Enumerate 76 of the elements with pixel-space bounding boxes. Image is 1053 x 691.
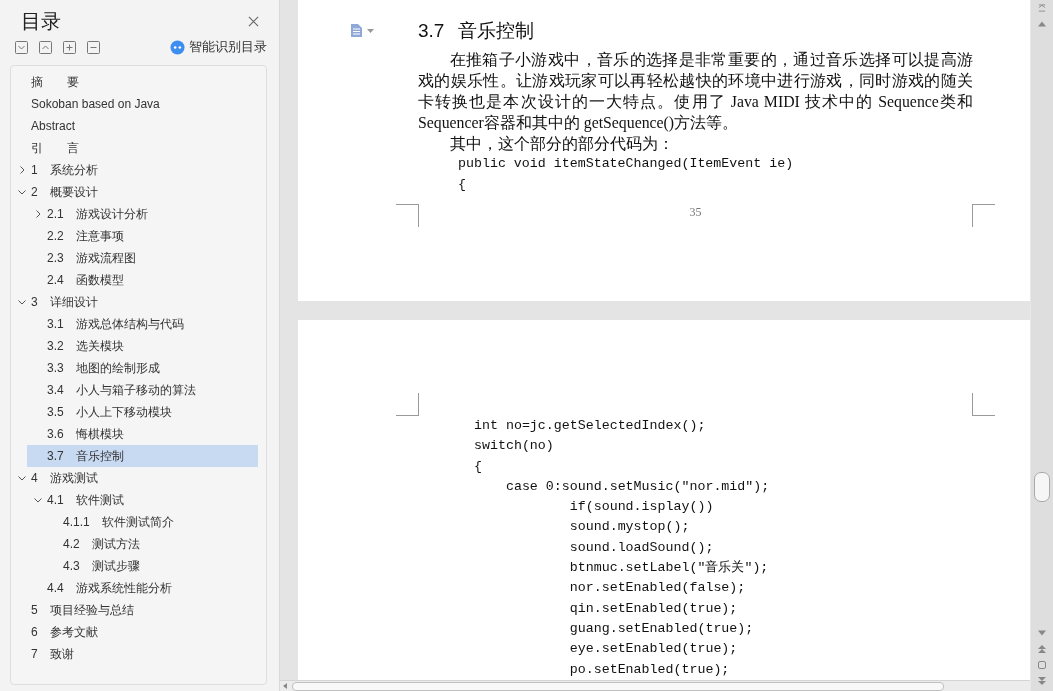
toc-item[interactable]: 5 项目经验与总结 xyxy=(11,599,258,621)
select-object-icon[interactable] xyxy=(1038,661,1046,669)
code-line: qin.setEnabled(true); xyxy=(568,599,739,618)
toc-item[interactable]: Abstract xyxy=(11,115,258,137)
toc-item[interactable]: 3.2 选关模块 xyxy=(27,335,258,357)
toc-item[interactable]: 7 致谢 xyxy=(11,643,258,665)
previous-page-icon[interactable] xyxy=(1038,645,1046,653)
corner-mark xyxy=(396,203,419,227)
toc-item[interactable]: Sokoban based on Java xyxy=(11,93,258,115)
smart-toc-button[interactable]: 智能识别目录 xyxy=(170,38,267,56)
page-up-icon[interactable] xyxy=(1038,4,1046,12)
code-line: nor.setEnabled(false); xyxy=(568,579,747,598)
scrollbar-thumb[interactable] xyxy=(1034,472,1050,502)
toc-item[interactable]: 4.3 测试步骤 xyxy=(43,555,258,577)
code-line: { xyxy=(458,175,467,194)
scrollbar-thumb[interactable] xyxy=(292,681,944,691)
chevron-down-icon[interactable] xyxy=(18,474,26,482)
toc-item[interactable]: 引 言 xyxy=(11,137,258,159)
toc-item[interactable]: 3.3 地图的绘制形成 xyxy=(27,357,258,379)
toc-item[interactable]: 2.2 注意事项 xyxy=(27,225,258,247)
minus-icon[interactable] xyxy=(87,40,100,54)
corner-mark xyxy=(972,203,995,227)
paragraph: 在推箱子小游戏中，音乐的选择是非常重要的，通过音乐选择可以提高游戏的娱乐性。让游戏玩家可以再轻松越快的环境中进行游戏，同时游戏的随关卡转换也是本次设计的一大特点。使用了 Java MIDI 技术中的 Sequence类和 Sequencer容器和其中的 getSequence()方法等。 xyxy=(418,50,973,133)
panel-title: 目录 xyxy=(21,8,61,34)
code-line: case 0:sound.setMusic("nor.mid"); xyxy=(504,477,771,496)
toc-item[interactable]: 3 详细设计 xyxy=(11,291,258,313)
code-line: btnmuc.setLabel("音乐关"); xyxy=(568,559,770,578)
vertical-scrollbar[interactable] xyxy=(1030,0,1053,691)
code-line: public void itemStateChanged(ItemEvent ie) xyxy=(458,155,795,173)
toc-item[interactable]: 6 参考文献 xyxy=(11,621,258,643)
toc-item[interactable]: 3.1 游戏总体结构与代码 xyxy=(27,313,258,335)
chevron-down-icon[interactable] xyxy=(18,298,26,306)
code-line: sound.loadSound(); xyxy=(568,538,715,557)
up-arrow-icon[interactable] xyxy=(1038,20,1046,28)
left-arrow-icon[interactable] xyxy=(283,683,287,689)
corner-mark xyxy=(396,393,419,416)
next-page-icon[interactable] xyxy=(1038,677,1046,685)
chevron-down-icon[interactable] xyxy=(18,188,26,196)
code-line: if(sound.isplay()) xyxy=(568,498,715,517)
expand-down-icon[interactable] xyxy=(15,40,28,54)
code-line: switch(no) xyxy=(474,437,555,456)
code-line: sound.mystop(); xyxy=(568,518,691,537)
corner-mark xyxy=(972,393,995,416)
code-line: guang.setEnabled(true); xyxy=(568,619,755,638)
chevron-right-icon[interactable] xyxy=(18,166,26,174)
toc-item[interactable]: 2.3 游戏流程图 xyxy=(27,247,258,269)
toc-item[interactable]: 2.4 函数模型 xyxy=(27,269,258,291)
code-line: int no=jc.getSelectedIndex(); xyxy=(474,417,707,435)
code-line: po.setEnabled(true); xyxy=(568,660,731,679)
toc-item[interactable]: 2.1 游戏设计分析 xyxy=(27,203,258,225)
toc-item[interactable]: 4 游戏测试 xyxy=(11,467,258,489)
code-line: { xyxy=(474,457,483,476)
toc-item[interactable]: 4.1.1 软件测试简介 xyxy=(43,511,258,533)
chevron-down-icon[interactable] xyxy=(34,496,42,504)
toc-item[interactable]: 4.2 测试方法 xyxy=(43,533,258,555)
toc-item[interactable]: 3.7 音乐控制 xyxy=(27,445,258,467)
horizontal-scrollbar[interactable] xyxy=(280,680,1030,691)
page-number: 35 xyxy=(689,204,702,220)
robot-icon xyxy=(170,39,185,55)
toc-item[interactable]: 3.5 小人上下移动模块 xyxy=(27,401,258,423)
collapse-up-icon[interactable] xyxy=(39,40,52,54)
toc-item[interactable]: 1 系统分析 xyxy=(11,159,258,181)
paragraph-menu-icon[interactable] xyxy=(350,23,374,38)
paragraph: 其中，这个部分的部分代码为： xyxy=(448,134,675,154)
down-arrow-icon[interactable] xyxy=(1038,629,1046,637)
toc-item[interactable]: 3.6 悔棋模块 xyxy=(27,423,258,445)
toc-item[interactable]: 摘 要 xyxy=(11,71,258,93)
toc-item[interactable]: 4.4 游戏系统性能分析 xyxy=(27,577,258,599)
plus-icon[interactable] xyxy=(63,40,76,54)
chevron-right-icon[interactable] xyxy=(34,210,42,218)
section-heading: 3.7 音乐控制 xyxy=(418,20,536,42)
code-line: eye.setEnabled(true); xyxy=(568,640,739,659)
toc-item[interactable]: 4.1 软件测试 xyxy=(27,489,258,511)
toc-item[interactable]: 3.4 小人与箱子移动的算法 xyxy=(27,379,258,401)
toc-item[interactable]: 2 概要设计 xyxy=(11,181,258,203)
close-icon[interactable] xyxy=(248,15,259,27)
